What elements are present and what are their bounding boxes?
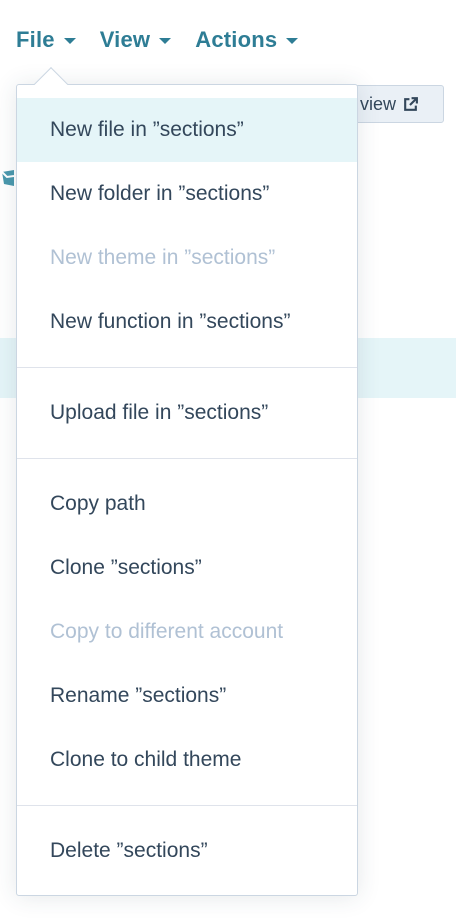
caret-down-icon xyxy=(286,38,299,44)
caret-down-icon xyxy=(159,38,172,44)
menu-divider xyxy=(17,805,357,806)
actions-menu-label: Actions xyxy=(195,27,278,52)
view-menu[interactable]: View xyxy=(100,27,172,53)
menu-item-new-theme: New theme in ”sections” xyxy=(50,246,276,269)
menu-item-delete[interactable]: Delete ”sections” xyxy=(17,819,357,883)
file-menu-label: File xyxy=(16,27,55,52)
external-link-icon xyxy=(402,96,419,113)
menu-item-new-folder[interactable]: New folder in ”sections” xyxy=(17,162,357,226)
menu-divider xyxy=(17,458,357,459)
dropdown-pointer xyxy=(34,67,68,101)
actions-menu[interactable]: Actions xyxy=(195,27,299,53)
menu-item-rename[interactable]: Rename ”sections” xyxy=(17,664,357,728)
menubar: File View Actions xyxy=(16,22,322,58)
menu-item-clone-to-child-theme[interactable]: Clone to child theme xyxy=(17,728,357,792)
preview-button-label: view xyxy=(359,93,396,114)
menu-item-copy-path[interactable]: Copy path xyxy=(17,472,357,536)
caret-down-icon xyxy=(63,38,76,44)
menu-item-upload-file[interactable]: Upload file in ”sections” xyxy=(17,381,357,445)
menu-item-copy-to-account: Copy to different account xyxy=(50,620,284,643)
menu-item-clone[interactable]: Clone ”sections” xyxy=(17,536,357,600)
menu-item-new-file[interactable]: New file in ”sections” xyxy=(17,98,357,162)
menu-item-new-function[interactable]: New function in ”sections” xyxy=(17,290,357,354)
page: File View Actions view New file in ”sect… xyxy=(0,0,456,920)
file-menu[interactable]: File xyxy=(16,27,76,53)
menu-divider xyxy=(17,367,357,368)
folder-icon xyxy=(0,168,15,190)
view-menu-label: View xyxy=(99,27,151,52)
file-dropdown-menu: New file in ”sections” New folder in ”se… xyxy=(16,67,358,896)
